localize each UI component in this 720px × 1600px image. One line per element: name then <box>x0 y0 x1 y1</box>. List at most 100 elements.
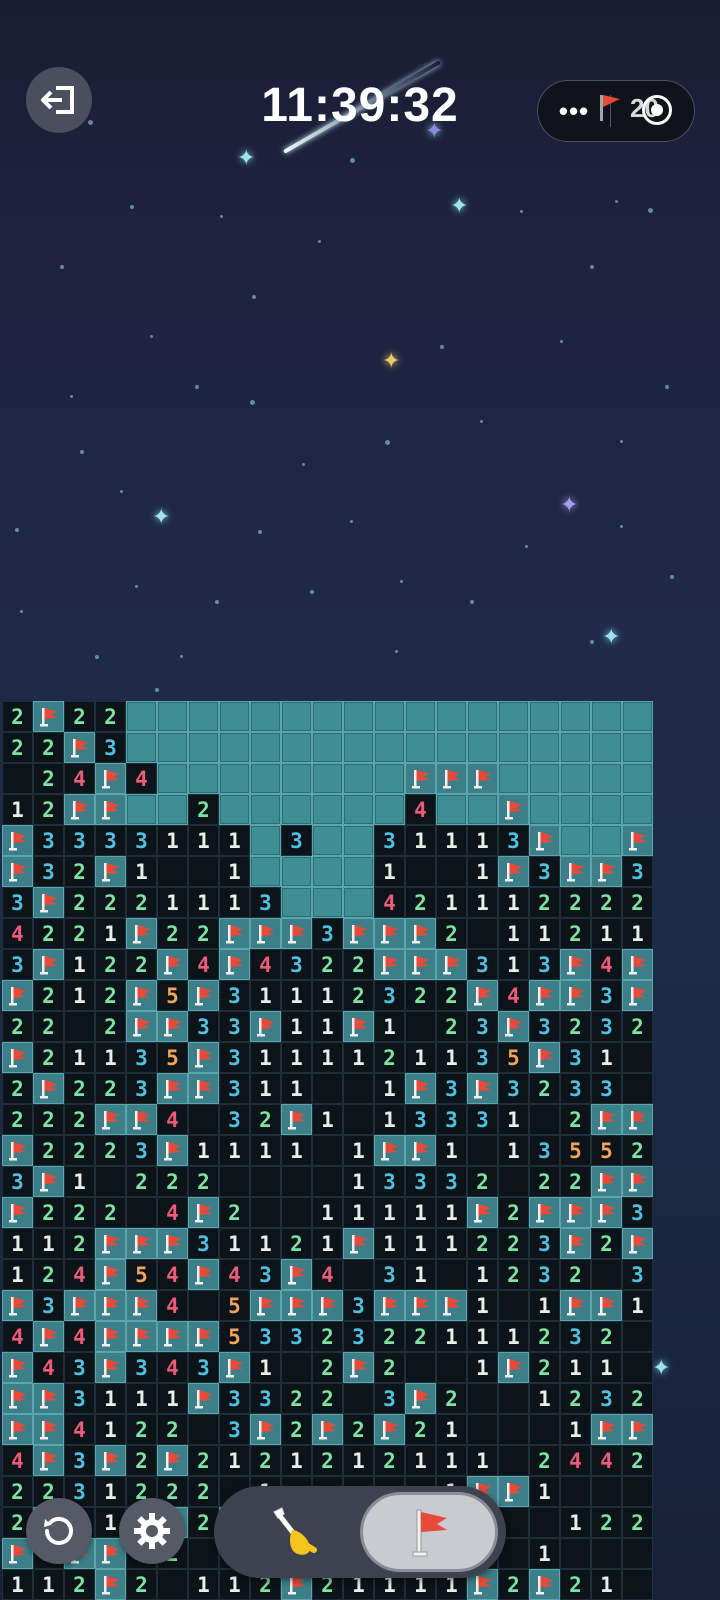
number-cell[interactable]: 1 <box>405 1445 436 1476</box>
flagged-cell[interactable] <box>467 763 498 794</box>
number-cell[interactable]: 1 <box>498 1135 529 1166</box>
number-cell[interactable]: 2 <box>33 763 64 794</box>
number-cell[interactable]: 1 <box>126 856 157 887</box>
number-cell[interactable]: 5 <box>219 1290 250 1321</box>
flagged-cell[interactable] <box>2 856 33 887</box>
flagged-cell[interactable] <box>157 949 188 980</box>
number-cell[interactable]: 2 <box>405 980 436 1011</box>
number-cell[interactable]: 1 <box>436 1197 467 1228</box>
number-cell[interactable]: 2 <box>33 1135 64 1166</box>
number-cell[interactable]: 4 <box>560 1445 591 1476</box>
number-cell[interactable]: 2 <box>312 1445 343 1476</box>
number-cell[interactable]: 1 <box>467 825 498 856</box>
empty-cell[interactable] <box>560 1476 591 1507</box>
number-cell[interactable]: 3 <box>250 1383 281 1414</box>
flagged-cell[interactable] <box>64 1290 95 1321</box>
number-cell[interactable]: 3 <box>467 1011 498 1042</box>
number-cell[interactable]: 2 <box>560 887 591 918</box>
number-cell[interactable]: 1 <box>374 1228 405 1259</box>
empty-cell[interactable] <box>126 1197 157 1228</box>
hidden-cell[interactable] <box>343 856 374 887</box>
number-cell[interactable]: 2 <box>33 1011 64 1042</box>
number-cell[interactable]: 2 <box>188 1445 219 1476</box>
flagged-cell[interactable] <box>405 918 436 949</box>
hidden-cell[interactable] <box>560 732 591 763</box>
number-cell[interactable]: 1 <box>281 1445 312 1476</box>
flagged-cell[interactable] <box>126 918 157 949</box>
flagged-cell[interactable] <box>95 1228 126 1259</box>
flagged-cell[interactable] <box>188 1383 219 1414</box>
number-cell[interactable]: 3 <box>281 949 312 980</box>
number-cell[interactable]: 2 <box>374 1042 405 1073</box>
hidden-cell[interactable] <box>343 732 374 763</box>
number-cell[interactable]: 1 <box>312 1042 343 1073</box>
empty-cell[interactable] <box>436 1352 467 1383</box>
flagged-cell[interactable] <box>33 1383 64 1414</box>
hidden-cell[interactable] <box>188 701 219 732</box>
empty-cell[interactable] <box>188 856 219 887</box>
number-cell[interactable]: 2 <box>529 1321 560 1352</box>
hidden-cell[interactable] <box>343 825 374 856</box>
flagged-cell[interactable] <box>157 1073 188 1104</box>
number-cell[interactable]: 2 <box>529 1166 560 1197</box>
flagged-cell[interactable] <box>529 1569 560 1600</box>
empty-cell[interactable] <box>250 1197 281 1228</box>
flagged-cell[interactable] <box>33 1166 64 1197</box>
number-cell[interactable]: 3 <box>95 825 126 856</box>
flagged-cell[interactable] <box>343 1228 374 1259</box>
number-cell[interactable]: 3 <box>2 887 33 918</box>
hidden-cell[interactable] <box>281 794 312 825</box>
number-cell[interactable]: 1 <box>498 949 529 980</box>
flagged-cell[interactable] <box>250 918 281 949</box>
number-cell[interactable]: 3 <box>281 825 312 856</box>
number-cell[interactable]: 2 <box>126 1445 157 1476</box>
flagged-cell[interactable] <box>157 1228 188 1259</box>
number-cell[interactable]: 1 <box>250 1073 281 1104</box>
number-cell[interactable]: 3 <box>560 1042 591 1073</box>
number-cell[interactable]: 2 <box>281 1228 312 1259</box>
number-cell[interactable]: 1 <box>281 1011 312 1042</box>
empty-cell[interactable] <box>560 1538 591 1569</box>
empty-cell[interactable] <box>622 1321 653 1352</box>
flagged-cell[interactable] <box>33 949 64 980</box>
number-cell[interactable]: 3 <box>188 1228 219 1259</box>
flagged-cell[interactable] <box>250 1414 281 1445</box>
hidden-cell[interactable] <box>622 763 653 794</box>
number-cell[interactable]: 1 <box>95 1383 126 1414</box>
number-cell[interactable]: 3 <box>250 1321 281 1352</box>
empty-cell[interactable] <box>622 1476 653 1507</box>
number-cell[interactable]: 2 <box>560 1259 591 1290</box>
number-cell[interactable]: 2 <box>33 1259 64 1290</box>
number-cell[interactable]: 2 <box>64 1135 95 1166</box>
number-cell[interactable]: 1 <box>281 1042 312 1073</box>
flagged-cell[interactable] <box>436 949 467 980</box>
flagged-cell[interactable] <box>498 1011 529 1042</box>
empty-cell[interactable] <box>250 1166 281 1197</box>
number-cell[interactable]: 2 <box>498 1569 529 1600</box>
number-cell[interactable]: 3 <box>529 1135 560 1166</box>
flagged-cell[interactable] <box>343 1011 374 1042</box>
number-cell[interactable]: 1 <box>405 825 436 856</box>
hidden-cell[interactable] <box>343 763 374 794</box>
hidden-cell[interactable] <box>343 794 374 825</box>
number-cell[interactable]: 3 <box>436 1073 467 1104</box>
empty-cell[interactable] <box>498 1383 529 1414</box>
hidden-cell[interactable] <box>529 763 560 794</box>
number-cell[interactable]: 1 <box>374 1197 405 1228</box>
number-cell[interactable]: 1 <box>374 1104 405 1135</box>
number-cell[interactable]: 3 <box>529 1011 560 1042</box>
number-cell[interactable]: 4 <box>2 1445 33 1476</box>
hidden-cell[interactable] <box>281 732 312 763</box>
number-cell[interactable]: 1 <box>250 1352 281 1383</box>
number-cell[interactable]: 3 <box>219 1042 250 1073</box>
number-cell[interactable]: 2 <box>64 856 95 887</box>
number-cell[interactable]: 2 <box>560 1569 591 1600</box>
number-cell[interactable]: 3 <box>405 1104 436 1135</box>
flagged-cell[interactable] <box>529 825 560 856</box>
number-cell[interactable]: 3 <box>622 1259 653 1290</box>
number-cell[interactable]: 4 <box>188 949 219 980</box>
number-cell[interactable]: 2 <box>64 1197 95 1228</box>
number-cell[interactable]: 1 <box>591 1352 622 1383</box>
number-cell[interactable]: 2 <box>157 918 188 949</box>
number-cell[interactable]: 1 <box>312 980 343 1011</box>
